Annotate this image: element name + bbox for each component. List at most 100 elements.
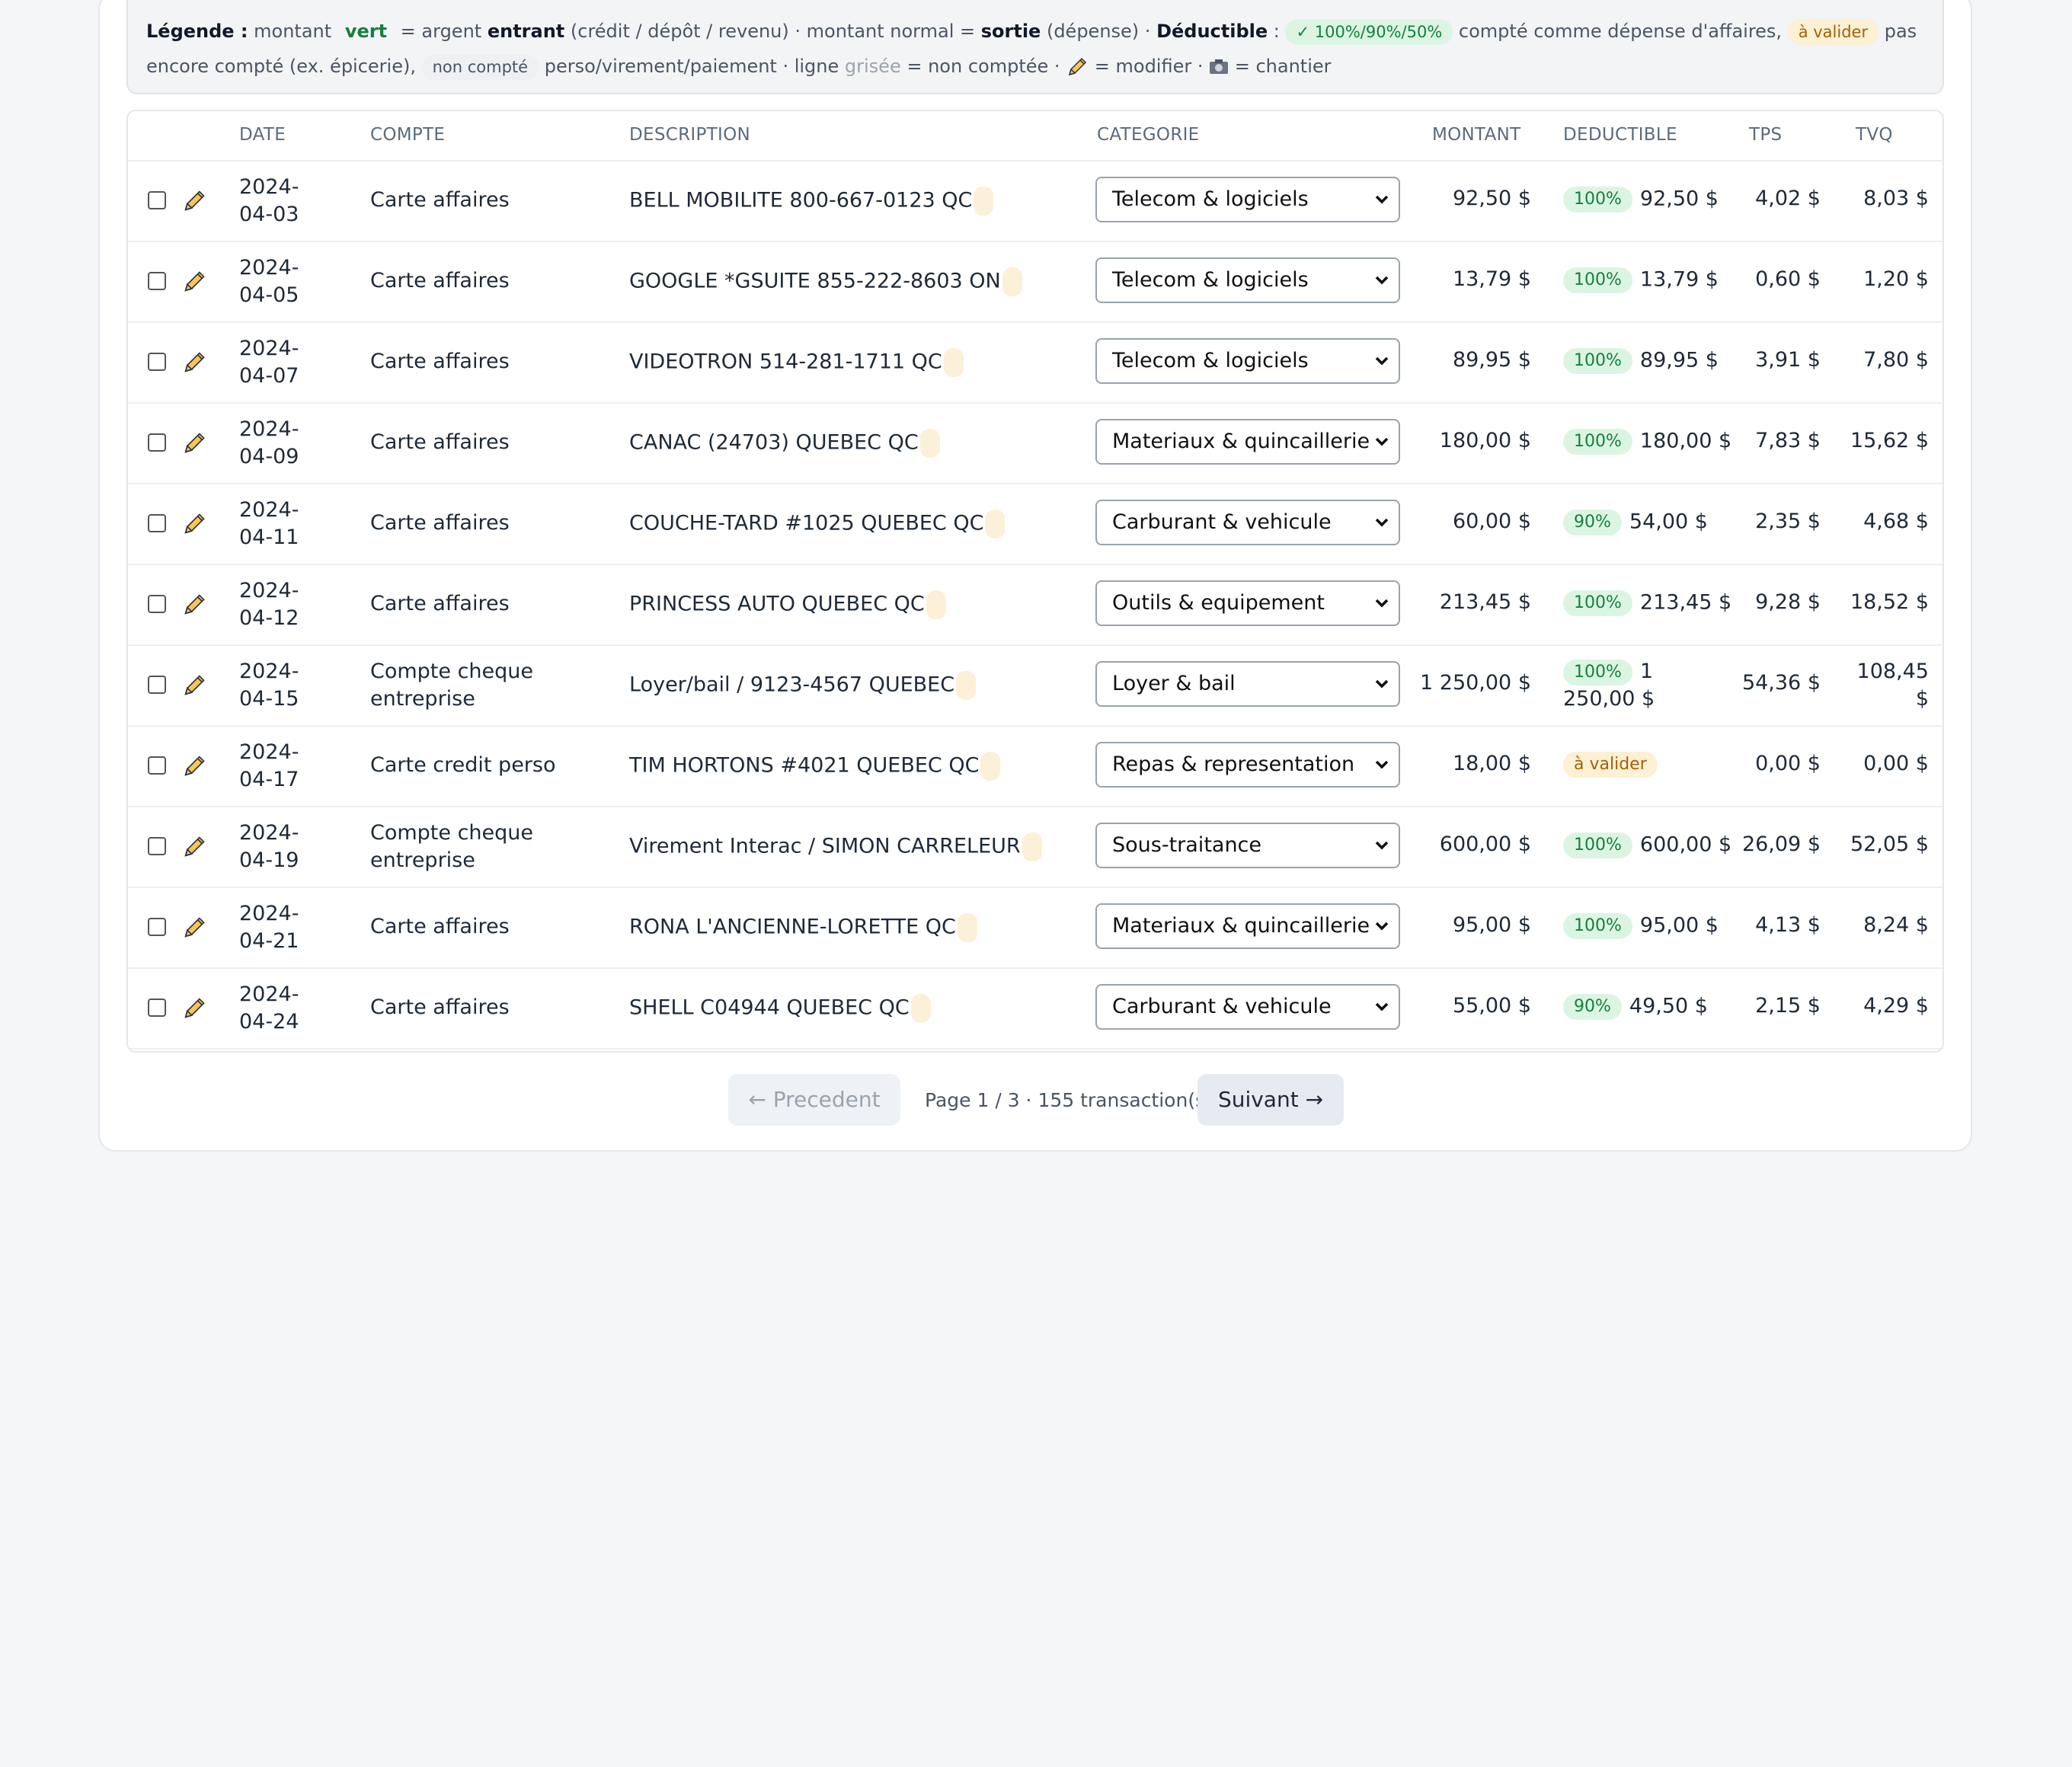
header-category[interactable]: CATEGORIE [1097,125,1200,145]
pencil-icon[interactable] [181,753,207,779]
pencil-icon[interactable] [181,592,207,618]
deductible-badge: 100% [1563,832,1632,858]
legend-sortie: sortie [980,21,1041,42]
table-row: 2024-04-21 Carte affaires RONA L'ANCIENNE-… [128,887,1942,969]
site-marker[interactable] [957,913,977,942]
category-select[interactable]: Materiaux & quincaillerie [1095,903,1400,949]
next-page-button[interactable]: Suivant → [1197,1074,1344,1126]
pencil-icon[interactable] [181,511,207,537]
table-row: 2024-04-05 Carte affaires GOOGLE *GSUITE 8… [128,241,1942,323]
pencil-icon[interactable] [181,834,207,860]
site-marker[interactable] [985,510,1006,538]
category-select[interactable]: Outils & equipement [1095,580,1400,626]
pencil-icon[interactable] [181,915,207,941]
category-select[interactable]: Carburant & vehicule [1095,500,1400,545]
table-row: 2024-04-03 Carte affaires BELL MOBILITE 80… [128,160,1942,242]
row-select-checkbox[interactable] [148,353,166,371]
row-date: 2024-04-05 [239,256,299,307]
header-tvq[interactable]: TVQ [1856,125,1893,145]
site-marker[interactable] [974,187,994,216]
header-tps[interactable]: TPS [1749,125,1782,145]
table-row: 2024-04-24 Carte affaires SHELL C04944 QUE… [128,967,1942,1050]
site-marker[interactable] [910,994,931,1023]
row-select-checkbox[interactable] [148,837,166,855]
legend-pill-not-counted: non compté [421,54,539,80]
legend-panel: Légende : montant vert = argent entrant … [126,0,1944,94]
row-select-checkbox[interactable] [148,676,166,694]
pencil-icon[interactable] [181,673,207,698]
site-marker[interactable] [956,671,977,700]
category-select[interactable]: Telecom & logiciels [1095,257,1400,303]
site-marker[interactable] [919,429,940,458]
row-description: GOOGLE *GSUITE 855-222-8603 ON [629,267,1022,296]
row-description-text: Loyer/bail / 9123-4567 QUEBEC [629,673,955,697]
row-select-checkbox[interactable] [148,191,166,209]
row-account: Carte affaires [370,511,510,535]
legend-pill-validate: à valider [1787,19,1879,45]
deductible-badge: 100% [1563,659,1632,685]
transactions-table: DATE COMPTE DESCRIPTION CATEGORIE MONTAN… [126,110,1944,1053]
chevron-down-icon [1375,760,1389,769]
pencil-icon[interactable] [181,188,207,214]
row-amount: 13,79 $ [1452,267,1531,291]
row-tvq: 4,29 $ [1863,994,1929,1018]
category-select[interactable]: Repas & representation [1095,742,1400,788]
header-description[interactable]: DESCRIPTION [629,125,750,145]
header-date[interactable]: DATE [239,125,286,145]
category-select[interactable]: Materiaux & quincaillerie [1095,419,1400,465]
row-description-text: BELL MOBILITE 800-667-0123 QC [629,188,973,212]
category-select[interactable]: Loyer & bail [1095,661,1400,707]
deductible-amount: 49,50 $ [1629,994,1708,1018]
chevron-down-icon [1375,841,1389,850]
row-select-checkbox[interactable] [148,595,166,613]
row-amount: 89,95 $ [1452,348,1531,372]
row-select-checkbox[interactable] [148,272,166,290]
row-amount: 60,00 $ [1452,510,1531,533]
row-deductible: 100% 13,79 $ [1563,267,1719,293]
category-select[interactable]: Telecom & logiciels [1095,338,1400,384]
row-select-checkbox[interactable] [148,514,166,532]
row-tvq: 1,20 $ [1863,267,1929,291]
site-marker[interactable] [943,348,964,377]
category-select[interactable]: Carburant & vehicule [1095,984,1400,1030]
pencil-icon[interactable] [181,269,207,295]
row-tps: 54,36 $ [1741,671,1821,695]
deductible-amount: 180,00 $ [1639,429,1732,453]
chevron-down-icon [1375,679,1389,689]
header-deductible[interactable]: DEDUCTIBLE [1563,125,1677,145]
legend-text: = chantier [1229,56,1332,77]
site-marker[interactable] [1022,832,1042,861]
header-amount[interactable]: MONTANT [1432,125,1521,145]
previous-page-button[interactable]: ← Precedent [728,1074,900,1126]
row-description-text: CANAC (24703) QUEBEC QC [629,430,919,455]
category-select[interactable]: Sous-traitance [1095,823,1400,868]
row-amount: 92,50 $ [1452,187,1531,210]
row-date: 2024-04-07 [239,337,299,388]
pencil-icon[interactable] [181,430,207,456]
category-select[interactable]: Telecom & logiciels [1095,177,1400,222]
row-date: 2024-04-19 [239,821,299,872]
site-marker[interactable] [1002,267,1022,296]
legend-entrant: entrant [487,21,565,42]
row-select-checkbox[interactable] [148,433,166,452]
category-select-value: Telecom & logiciels [1112,268,1309,292]
site-marker[interactable] [980,752,1001,781]
pencil-icon[interactable] [181,350,207,375]
category-select-value: Telecom & logiciels [1112,187,1309,211]
header-account[interactable]: COMPTE [370,125,445,145]
pencil-icon[interactable] [181,995,207,1021]
legend-text: montant [248,21,337,42]
legend-text: : [1268,21,1286,42]
row-description-text: VIDEOTRON 514-281-1711 QC [629,350,942,374]
row-description: SHELL C04944 QUEBEC QC [629,994,931,1023]
chevron-down-icon [1375,922,1389,931]
row-deductible: 100% 213,45 $ [1563,590,1731,616]
chevron-down-icon [1375,437,1389,446]
row-select-checkbox[interactable] [148,999,166,1017]
row-select-checkbox[interactable] [148,918,166,936]
site-marker[interactable] [926,590,946,619]
row-select-checkbox[interactable] [148,756,166,775]
row-account: Carte affaires [370,430,510,454]
row-description: TIM HORTONS #4021 QUEBEC QC [629,752,1001,781]
category-select-value: Carburant & vehicule [1112,510,1332,534]
